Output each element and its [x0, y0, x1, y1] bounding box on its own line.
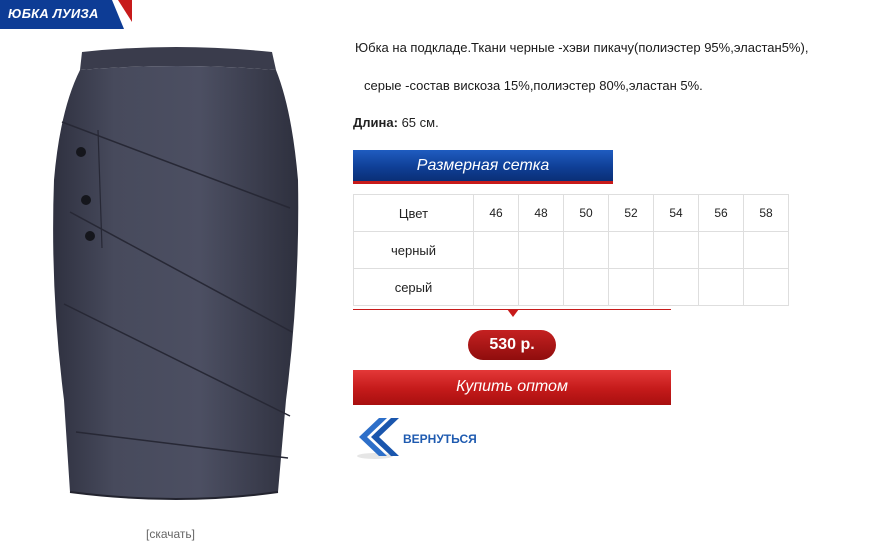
size-cell	[608, 231, 654, 269]
size-header-56: 56	[698, 194, 744, 232]
size-table: Цвет 46 48 50 52 54 56 58 черный серый	[353, 194, 789, 306]
back-link-label: ВЕРНУТЬСЯ	[403, 432, 477, 446]
size-cell	[518, 268, 564, 306]
size-header-58: 58	[743, 194, 789, 232]
color-name-black: черный	[353, 231, 474, 269]
length-value: 65 см.	[401, 115, 439, 130]
product-length: Длина: 65 см.	[353, 115, 439, 130]
buy-wholesale-button[interactable]: Купить оптом	[353, 370, 671, 405]
size-header-color: Цвет	[353, 194, 474, 232]
page-title: ЮБКА ЛУИЗА	[8, 6, 99, 21]
product-title-tab: ЮБКА ЛУИЗА	[0, 0, 132, 29]
price-pointer-icon	[507, 309, 519, 317]
table-row: черный	[353, 231, 789, 269]
size-cell	[473, 268, 519, 306]
color-name-grey: серый	[353, 268, 474, 306]
size-cell	[698, 231, 744, 269]
size-header-54: 54	[653, 194, 699, 232]
size-table-header-row: Цвет 46 48 50 52 54 56 58	[353, 194, 789, 232]
size-cell	[518, 231, 564, 269]
size-cell	[743, 268, 789, 306]
size-cell	[653, 231, 699, 269]
size-cell	[563, 231, 609, 269]
size-cell	[743, 231, 789, 269]
product-description-line-1: Юбка на подкладе.Ткани черные -хэви пика…	[355, 40, 809, 55]
size-header-52: 52	[608, 194, 654, 232]
product-description-line-2: серые -состав вискоза 15%,полиэстер 80%,…	[364, 78, 703, 93]
size-header-48: 48	[518, 194, 564, 232]
download-link[interactable]: [скачать]	[146, 527, 195, 541]
size-cell	[653, 268, 699, 306]
size-cell	[563, 268, 609, 306]
table-row: серый	[353, 268, 789, 306]
buy-wholesale-label: Купить оптом	[456, 378, 568, 395]
price-badge: 530 р.	[468, 330, 556, 360]
size-chart-banner-label: Размерная сетка	[416, 157, 550, 174]
size-cell	[698, 268, 744, 306]
length-label: Длина:	[353, 115, 398, 130]
product-image-skirt	[53, 47, 299, 500]
size-header-46: 46	[473, 194, 519, 232]
size-header-50: 50	[563, 194, 609, 232]
size-chart-banner: Размерная сетка	[353, 150, 613, 184]
back-link[interactable]: ВЕРНУТЬСЯ	[353, 416, 503, 462]
size-cell	[608, 268, 654, 306]
double-chevron-left-icon	[357, 418, 399, 459]
size-cell	[473, 231, 519, 269]
